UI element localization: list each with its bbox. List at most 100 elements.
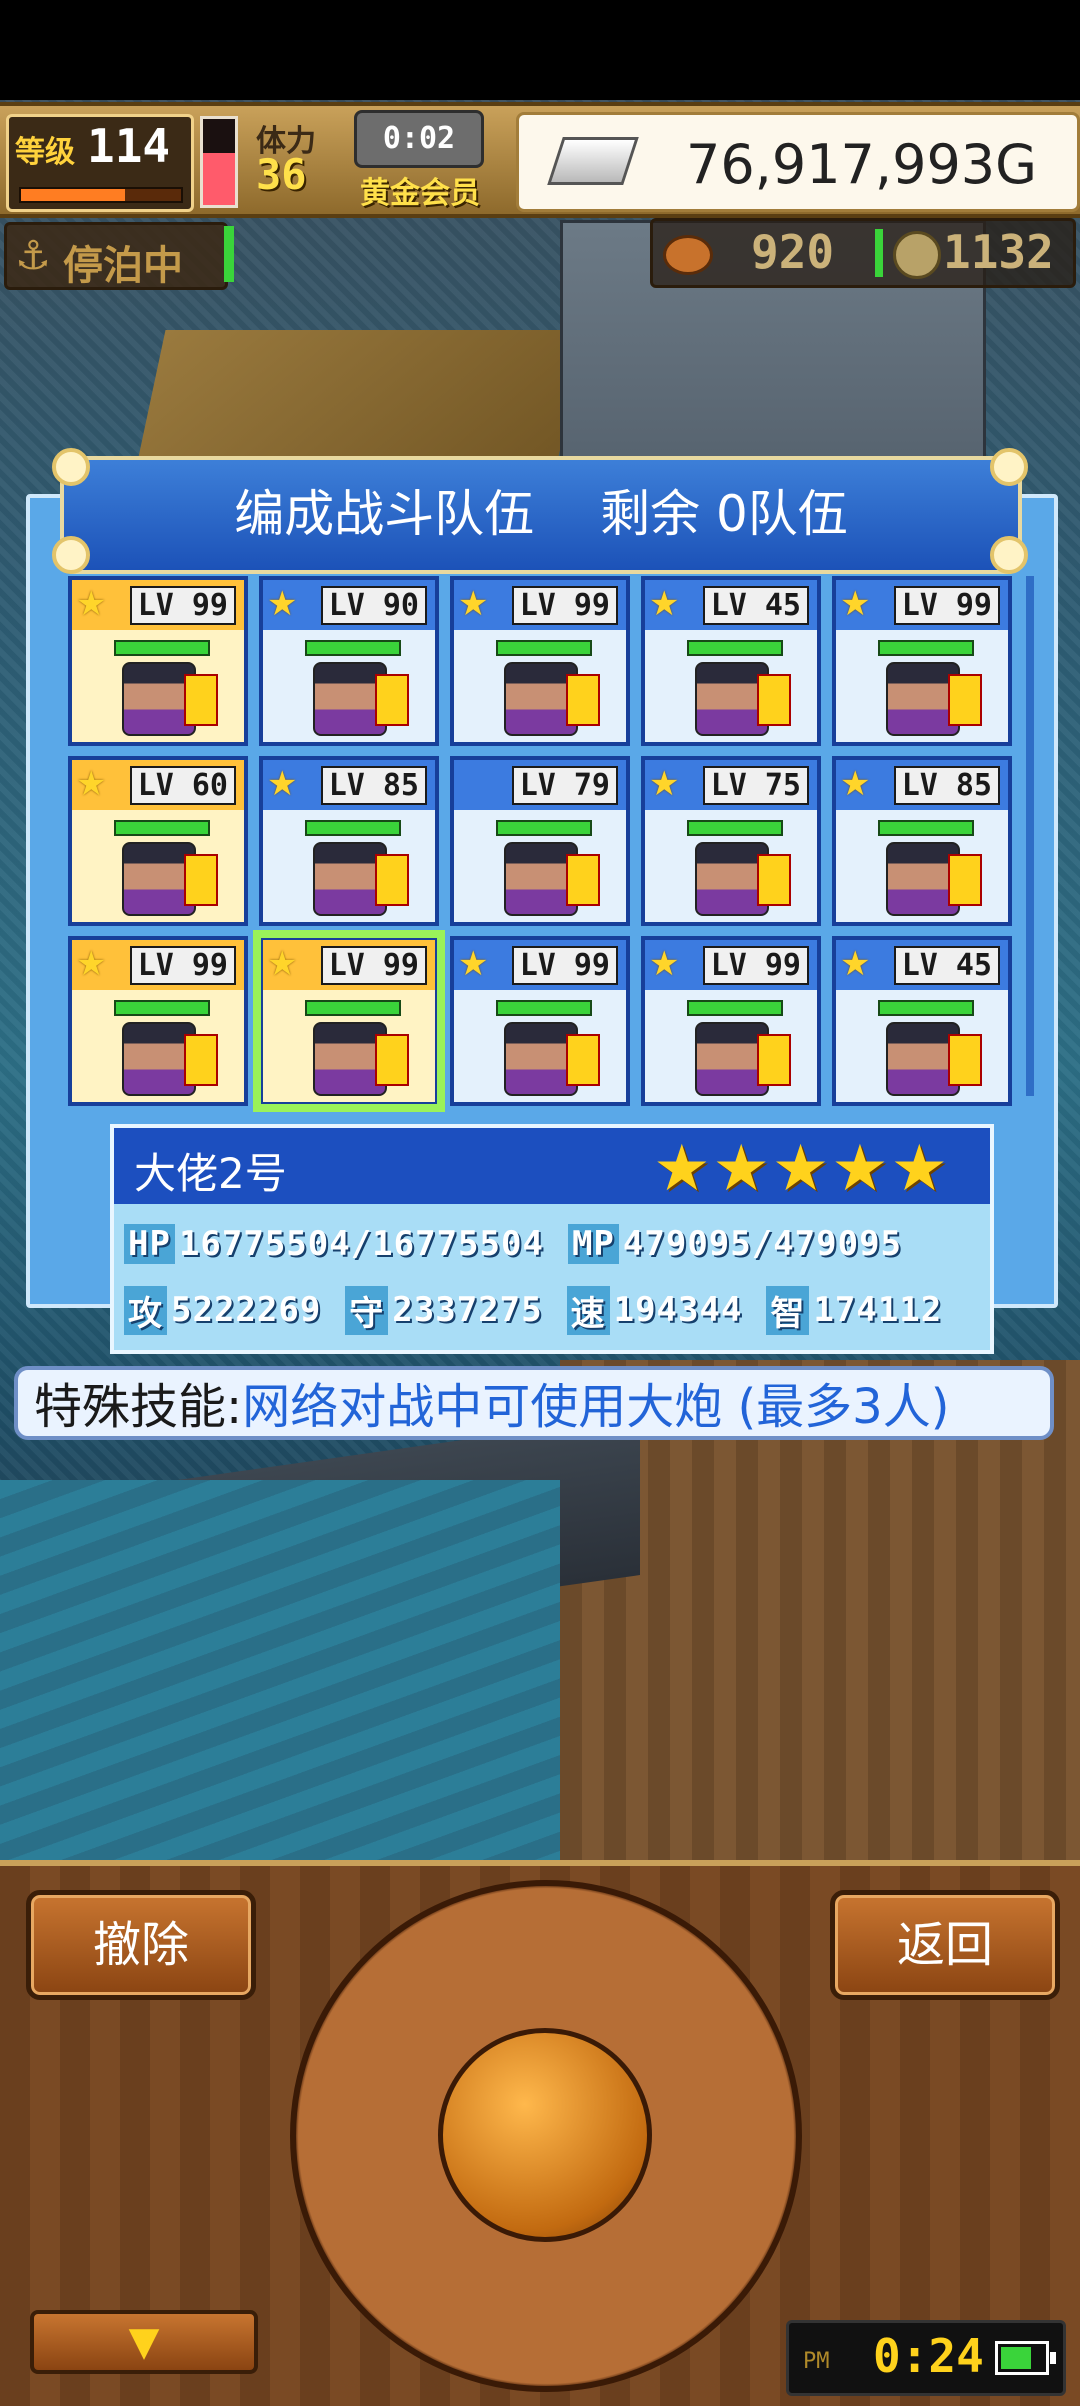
team-slot[interactable]: ★ LV 60 — [68, 756, 248, 926]
coin-bag-icon — [663, 235, 713, 275]
team-slot[interactable]: ★ LV 99 — [641, 936, 821, 1106]
stamina-gauge-fill — [203, 153, 235, 205]
slot-hp-bar — [878, 640, 974, 656]
stat-def: 守 2337275 — [345, 1285, 542, 1335]
slot-hp-bar — [878, 820, 974, 836]
stamina-gauge — [200, 116, 238, 208]
slot-level: LV 99 — [511, 946, 618, 985]
star-icon: ★ — [649, 944, 680, 984]
character-item-icon — [948, 854, 982, 906]
stat-mp-label: MP — [567, 1224, 619, 1264]
team-slot[interactable]: ★ LV 99 — [832, 576, 1012, 746]
membership-label: 黄金会员 — [360, 176, 480, 211]
panel-title: 编成战斗队伍 剩余 0队伍 — [60, 456, 1022, 574]
medal-icon — [893, 231, 941, 279]
star-icon: ★ — [267, 944, 298, 984]
stat-spd-value: 194344 — [613, 1290, 743, 1330]
star-icon: ★ — [267, 584, 298, 624]
stat-hp: HP 16775504/16775504 — [124, 1224, 544, 1264]
stat-mp-value: 479095/479095 — [622, 1224, 903, 1264]
special-skill-label: 特殊技能: — [34, 1379, 243, 1435]
slot-level: LV 75 — [702, 766, 809, 805]
stamina-timer: 0:02 — [354, 110, 484, 168]
character-item-icon — [375, 854, 409, 906]
resource-2-value: 1132 — [943, 225, 1054, 279]
slot-level: LV 99 — [129, 586, 236, 625]
stat-int-value: 174112 — [813, 1290, 943, 1330]
team-slot[interactable]: ★ LV 99 — [450, 576, 630, 746]
slot-hp-bar — [114, 1000, 210, 1016]
remove-button[interactable]: 撤除 — [26, 1890, 256, 2000]
slot-level: LV 99 — [320, 946, 427, 985]
star-icon: ★ — [649, 584, 680, 624]
team-slot[interactable]: ★ LV 99 — [450, 936, 630, 1106]
character-item-icon — [184, 1034, 218, 1086]
member-name: 大佬2号 — [134, 1149, 287, 1198]
sea-water — [0, 1480, 560, 1860]
character-item-icon — [566, 674, 600, 726]
team-slot[interactable]: ★ LV 75 — [641, 756, 821, 926]
battery-level-fill — [1001, 2347, 1031, 2369]
dpad-confirm-button[interactable] — [438, 2028, 652, 2242]
silver-bar-icon — [547, 137, 639, 185]
top-hud: 等级 114 体力 36 0:02 黄金会员 76,917,993G — [0, 102, 1080, 218]
chevron-down-icon: ▼ — [128, 2319, 160, 2365]
member-name-row: 大佬2号 ★★★★★ — [114, 1128, 990, 1206]
star-icon: ★ — [458, 584, 489, 624]
character-item-icon — [948, 1034, 982, 1086]
panel-corner-ornament — [52, 536, 90, 574]
level-label: 等级 — [15, 135, 75, 170]
stat-int-label: 智 — [766, 1285, 810, 1335]
slot-level: LV 85 — [893, 766, 1000, 805]
slot-level: LV 45 — [893, 946, 1000, 985]
stat-spd-label: 速 — [566, 1285, 610, 1335]
team-slot[interactable]: ★ LV 45 — [832, 936, 1012, 1106]
panel-corner-ornament — [990, 448, 1028, 486]
team-slot[interactable]: ★ LV 99 — [68, 576, 248, 746]
slot-level: LV 79 — [511, 766, 618, 805]
back-button[interactable]: 返回 — [830, 1890, 1060, 2000]
star-icon: ★ — [649, 764, 680, 804]
stat-int: 智 174112 — [766, 1285, 943, 1335]
stat-row-hp-mp: HP 16775504/16775504 MP 479095/479095 — [124, 1214, 984, 1274]
anchor-status-text: 停泊中 — [63, 243, 183, 289]
team-slot[interactable]: ★ LV 90 — [259, 576, 439, 746]
team-slot[interactable]: LV 79 — [450, 756, 630, 926]
stat-atk: 攻 5222269 — [124, 1285, 321, 1335]
slot-level: LV 85 — [320, 766, 427, 805]
star-icon: ★ — [76, 764, 107, 804]
character-item-icon — [375, 1034, 409, 1086]
star-icon: ★ — [840, 944, 871, 984]
clock-time: 0:24 — [873, 2329, 984, 2383]
gold-value: 76,917,993G — [685, 133, 1037, 196]
team-slot[interactable]: ★ LV 85 — [832, 756, 1012, 926]
stat-row-attributes: 攻 5222269 守 2337275 速 194344 智 174112 — [124, 1280, 984, 1340]
team-slot[interactable]: ★ LV 85 — [259, 756, 439, 926]
character-item-icon — [757, 674, 791, 726]
stat-def-label: 守 — [345, 1285, 389, 1335]
level-progress-fill — [21, 189, 125, 201]
slot-level: LV 99 — [702, 946, 809, 985]
team-slot-grid: ★ LV 99 ★ LV 90 ★ LV 99 ★ LV 45 ★ LV 99 ★ LV 60 ★ LV … — [68, 576, 1012, 1112]
menu-toggle-down-button[interactable]: ▼ — [30, 2310, 258, 2374]
team-slot[interactable]: ★ LV 99 — [68, 936, 248, 1106]
battery-icon — [995, 2341, 1056, 2375]
slot-level: LV 99 — [129, 946, 236, 985]
special-skill-value: 网络对战中可使用大炮 (最多3人) — [242, 1379, 950, 1435]
slot-scrollbar[interactable] — [1026, 576, 1034, 1096]
team-slot[interactable]: ★ LV 45 — [641, 576, 821, 746]
resource-counters: 920 1132 — [650, 218, 1076, 288]
stat-spd: 速 194344 — [566, 1285, 743, 1335]
slot-hp-bar — [114, 640, 210, 656]
team-slot[interactable]: ★ LV 99 — [253, 930, 445, 1112]
panel-corner-ornament — [52, 448, 90, 486]
character-item-icon — [184, 854, 218, 906]
character-item-icon — [757, 1034, 791, 1086]
slot-hp-bar — [305, 1000, 401, 1016]
gold-display[interactable]: 76,917,993G — [516, 112, 1080, 212]
panel-corner-ornament — [990, 536, 1028, 574]
stat-mp: MP 479095/479095 — [567, 1224, 903, 1264]
stat-atk-label: 攻 — [124, 1285, 167, 1335]
star-icon: ★ — [840, 764, 871, 804]
level-value: 114 — [87, 119, 171, 173]
